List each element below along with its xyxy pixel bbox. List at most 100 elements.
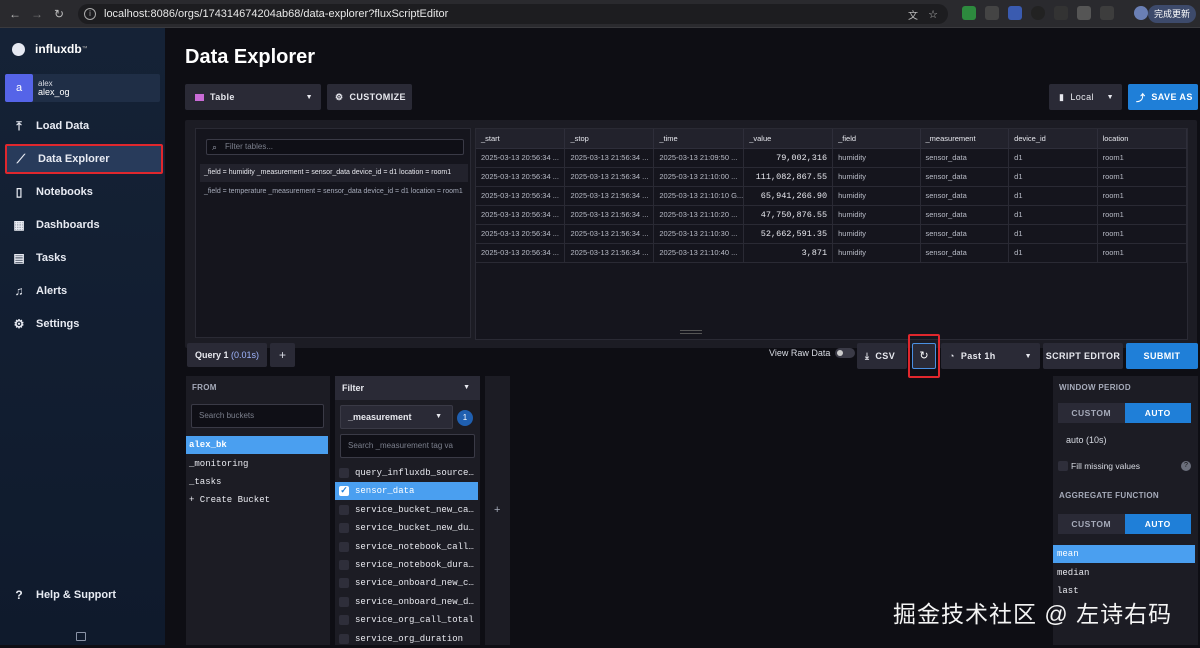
- gear-icon: ⚙: [13, 317, 25, 331]
- table-list-item[interactable]: _field = humidity _measurement = sensor_…: [200, 164, 468, 182]
- search-buckets-input[interactable]: Search buckets: [191, 404, 324, 428]
- view-raw-data-toggle[interactable]: View Raw Data: [769, 348, 856, 358]
- resize-handle[interactable]: [680, 330, 702, 334]
- collapse-sidebar-icon[interactable]: [76, 632, 86, 641]
- checkbox-icon[interactable]: [339, 615, 349, 626]
- query-tab[interactable]: Query 1 (0.01s): [187, 343, 268, 367]
- user-org-switcher[interactable]: a alex alex_og: [5, 74, 160, 102]
- profile-icon[interactable]: [1134, 6, 1148, 20]
- extension-icon[interactable]: [962, 6, 976, 20]
- column-header[interactable]: _value: [743, 129, 834, 149]
- checkbox-icon[interactable]: [339, 596, 349, 607]
- column-header[interactable]: _time: [653, 129, 745, 149]
- bucket-item-tasks[interactable]: _tasks: [186, 473, 328, 491]
- clock-icon: ◔: [949, 351, 955, 361]
- column-header[interactable]: _field: [832, 129, 921, 149]
- add-query-button[interactable]: +: [270, 343, 295, 367]
- sidebar-item-notebooks[interactable]: ▯ Notebooks: [5, 177, 163, 207]
- script-editor-button[interactable]: SCRIPT EDITOR: [1043, 343, 1123, 369]
- csv-button[interactable]: ⤓ CSV: [857, 343, 907, 369]
- sidebar-item-help[interactable]: ? Help & Support: [5, 580, 163, 610]
- table-list-item[interactable]: _field = temperature _measurement = sens…: [200, 183, 468, 201]
- tag-key-dropdown[interactable]: _measurement ▼: [340, 405, 453, 429]
- sidebar-item-settings[interactable]: ⚙ Settings: [5, 309, 163, 339]
- column-header[interactable]: location: [1097, 129, 1188, 149]
- back-icon[interactable]: ←: [8, 7, 22, 21]
- reload-icon[interactable]: ↻: [52, 7, 66, 21]
- add-filter-column[interactable]: +: [485, 376, 510, 645]
- custom-aggregate-button[interactable]: CUSTOM: [1058, 514, 1125, 534]
- tag-value-label: service_onboard_new_d…: [355, 596, 474, 607]
- sidebar-item-alerts[interactable]: ♫ Alerts: [5, 276, 163, 306]
- timezone-dropdown[interactable]: ▮ Local ▼: [1049, 84, 1122, 110]
- sidebar-item-load-data[interactable]: ⤒ Load Data: [5, 111, 163, 141]
- tag-value-item[interactable]: service_onboard_new_d…: [335, 593, 478, 611]
- customize-button[interactable]: ⚙ CUSTOMIZE: [327, 84, 412, 110]
- column-header[interactable]: _measurement: [920, 129, 1010, 149]
- checkbox-icon[interactable]: [339, 560, 349, 570]
- extension-icon[interactable]: [1077, 6, 1091, 20]
- tag-value-item[interactable]: service_bucket_new_ca…: [335, 501, 478, 519]
- refresh-button[interactable]: ↻: [912, 343, 936, 369]
- column-header[interactable]: _start: [476, 129, 566, 149]
- save-as-button[interactable]: ⤴ SAVE AS: [1128, 84, 1198, 110]
- visualization-type-dropdown[interactable]: Table ▼: [185, 84, 321, 110]
- checkbox-checked-icon[interactable]: ✓: [339, 486, 349, 497]
- bucket-item-monitoring[interactable]: _monitoring: [186, 455, 328, 473]
- bookmark-star-icon[interactable]: ☆: [928, 8, 938, 21]
- tag-value-item[interactable]: ✓ sensor_data: [335, 482, 478, 501]
- auto-period-button[interactable]: AUTO: [1124, 403, 1191, 423]
- sidebar-item-label: Settings: [36, 318, 80, 330]
- translate-icon[interactable]: 文: [908, 7, 918, 22]
- toggle-switch[interactable]: [835, 348, 856, 358]
- time-range-dropdown[interactable]: ◔ Past 1h ▼: [941, 343, 1040, 369]
- auto-aggregate-button[interactable]: AUTO: [1124, 514, 1191, 534]
- extension-icon[interactable]: [1054, 6, 1068, 20]
- checkbox-icon[interactable]: [339, 633, 349, 644]
- tag-value-item[interactable]: service_bucket_new_du…: [335, 519, 478, 537]
- extension-icon[interactable]: [985, 6, 999, 20]
- sidebar-item-data-explorer[interactable]: ⟋ Data Explorer: [5, 144, 163, 174]
- extension-icon[interactable]: [1100, 6, 1114, 20]
- help-icon[interactable]: ?: [1181, 461, 1191, 471]
- tag-value-item[interactable]: service_notebook_call…: [335, 538, 478, 556]
- save-as-label: SAVE AS: [1151, 92, 1193, 102]
- forward-icon[interactable]: →: [30, 7, 44, 21]
- checkbox-icon[interactable]: [339, 578, 349, 589]
- site-info-icon[interactable]: i: [84, 8, 96, 20]
- add-filter-button[interactable]: +: [494, 504, 500, 516]
- checkbox-icon[interactable]: [339, 523, 349, 534]
- download-icon: ⤓: [865, 350, 870, 361]
- tag-value-item[interactable]: service_org_call_total: [335, 611, 478, 629]
- influxdb-logo[interactable]: influxdb ™: [12, 42, 88, 56]
- bucket-item-alex-bk[interactable]: alex_bk: [186, 436, 328, 454]
- tag-value-item[interactable]: service_notebook_dura…: [335, 556, 478, 574]
- function-item-mean[interactable]: mean: [1053, 545, 1195, 563]
- filter-tables-input[interactable]: ⌕ Filter tables...: [206, 139, 464, 155]
- create-bucket-link[interactable]: + Create Bucket: [186, 491, 328, 509]
- sidebar-item-tasks[interactable]: ▤ Tasks: [5, 243, 163, 273]
- checkbox-icon[interactable]: [339, 541, 349, 552]
- submit-button[interactable]: SUBMIT: [1126, 343, 1198, 369]
- tag-value-item[interactable]: service_onboard_new_c…: [335, 574, 478, 592]
- checkbox-icon[interactable]: [339, 504, 349, 515]
- column-header[interactable]: _stop: [564, 129, 655, 149]
- tag-value-item[interactable]: query_influxdb_source…: [335, 464, 478, 482]
- function-item-median[interactable]: median: [1053, 564, 1195, 582]
- checkbox-icon[interactable]: [339, 468, 349, 478]
- sidebar-item-dashboards[interactable]: ▦ Dashboards: [5, 210, 163, 240]
- column-header[interactable]: device_id: [1008, 129, 1098, 149]
- checkbox-icon[interactable]: [1058, 461, 1068, 471]
- custom-period-button[interactable]: CUSTOM: [1058, 403, 1125, 423]
- search-tag-values-input[interactable]: Search _measurement tag va: [340, 434, 475, 458]
- extension-icon[interactable]: [1031, 6, 1045, 20]
- table-cell: 2025-03-13 21:56:34 ...: [564, 243, 655, 263]
- extension-icon[interactable]: [1008, 6, 1022, 20]
- browser-update-button[interactable]: 完成更新: [1147, 5, 1196, 23]
- table-row: 2025-03-13 20:56:34 ... 2025-03-13 21:56:…: [476, 243, 1188, 263]
- fill-missing-checkbox[interactable]: Fill missing values ?: [1058, 459, 1191, 473]
- table-cell: d1: [1008, 224, 1098, 244]
- address-bar[interactable]: i localhost:8086/orgs/174314674204ab68/d…: [78, 4, 948, 24]
- filter-function-dropdown[interactable]: Filter ▼: [335, 376, 480, 400]
- refresh-icon: ↻: [919, 350, 929, 362]
